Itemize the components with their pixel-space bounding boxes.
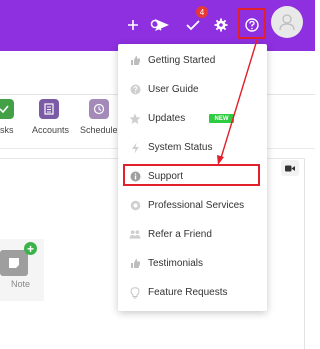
menu-item-updates[interactable]: Updates NEW: [118, 104, 267, 133]
question-icon: [129, 84, 141, 96]
menu-item-professional-services[interactable]: Professional Services: [118, 191, 267, 220]
check-icon[interactable]: [0, 99, 14, 119]
menu-label: User Guide: [148, 84, 199, 95]
menu-item-refer-a-friend[interactable]: Refer a Friend: [118, 220, 267, 249]
menu-item-user-guide[interactable]: User Guide: [118, 75, 267, 104]
gear-icon[interactable]: [208, 12, 234, 38]
app-label-accounts[interactable]: Accounts: [32, 125, 69, 135]
menu-item-testimonials[interactable]: Testimonials: [118, 249, 267, 278]
menu-item-feature-requests[interactable]: Feature Requests: [118, 278, 267, 307]
menu-label: Updates: [148, 113, 186, 124]
menu-label: Testimonials: [148, 258, 204, 269]
bolt-icon: [129, 142, 141, 154]
menu-label: Refer a Friend: [148, 229, 212, 240]
notification-badge: 4: [196, 6, 208, 18]
building-icon[interactable]: [39, 99, 59, 119]
add-note-plus-icon[interactable]: +: [24, 242, 37, 255]
app-label-schedule[interactable]: Schedule: [80, 125, 118, 135]
avatar-icon: [279, 14, 295, 31]
menu-label: Professional Services: [148, 200, 245, 211]
menu-label: System Status: [148, 142, 213, 153]
menu-label: Feature Requests: [148, 287, 228, 298]
note-label: Note: [10, 279, 30, 289]
clock-icon[interactable]: [89, 99, 109, 119]
note-icon[interactable]: [0, 250, 28, 276]
star-icon: [129, 113, 141, 125]
users-icon: [129, 229, 141, 241]
app-label-tasks[interactable]: sks: [0, 125, 14, 135]
avatar[interactable]: [271, 6, 303, 38]
lightbulb-icon: [129, 286, 141, 299]
thumbs-up-icon: [129, 258, 141, 270]
video-camera-icon[interactable]: [281, 160, 299, 176]
search-icon[interactable]: [143, 12, 169, 38]
thumbs-up-icon: [129, 55, 141, 67]
help-highlight-box: [238, 8, 266, 39]
menu-item-getting-started[interactable]: Getting Started: [118, 46, 267, 75]
menu-label: Getting Started: [148, 55, 216, 66]
gear-badge-icon: [129, 200, 141, 212]
new-badge: NEW: [209, 114, 234, 123]
menu-item-system-status[interactable]: System Status: [118, 133, 267, 162]
support-highlight-box: [123, 164, 260, 186]
